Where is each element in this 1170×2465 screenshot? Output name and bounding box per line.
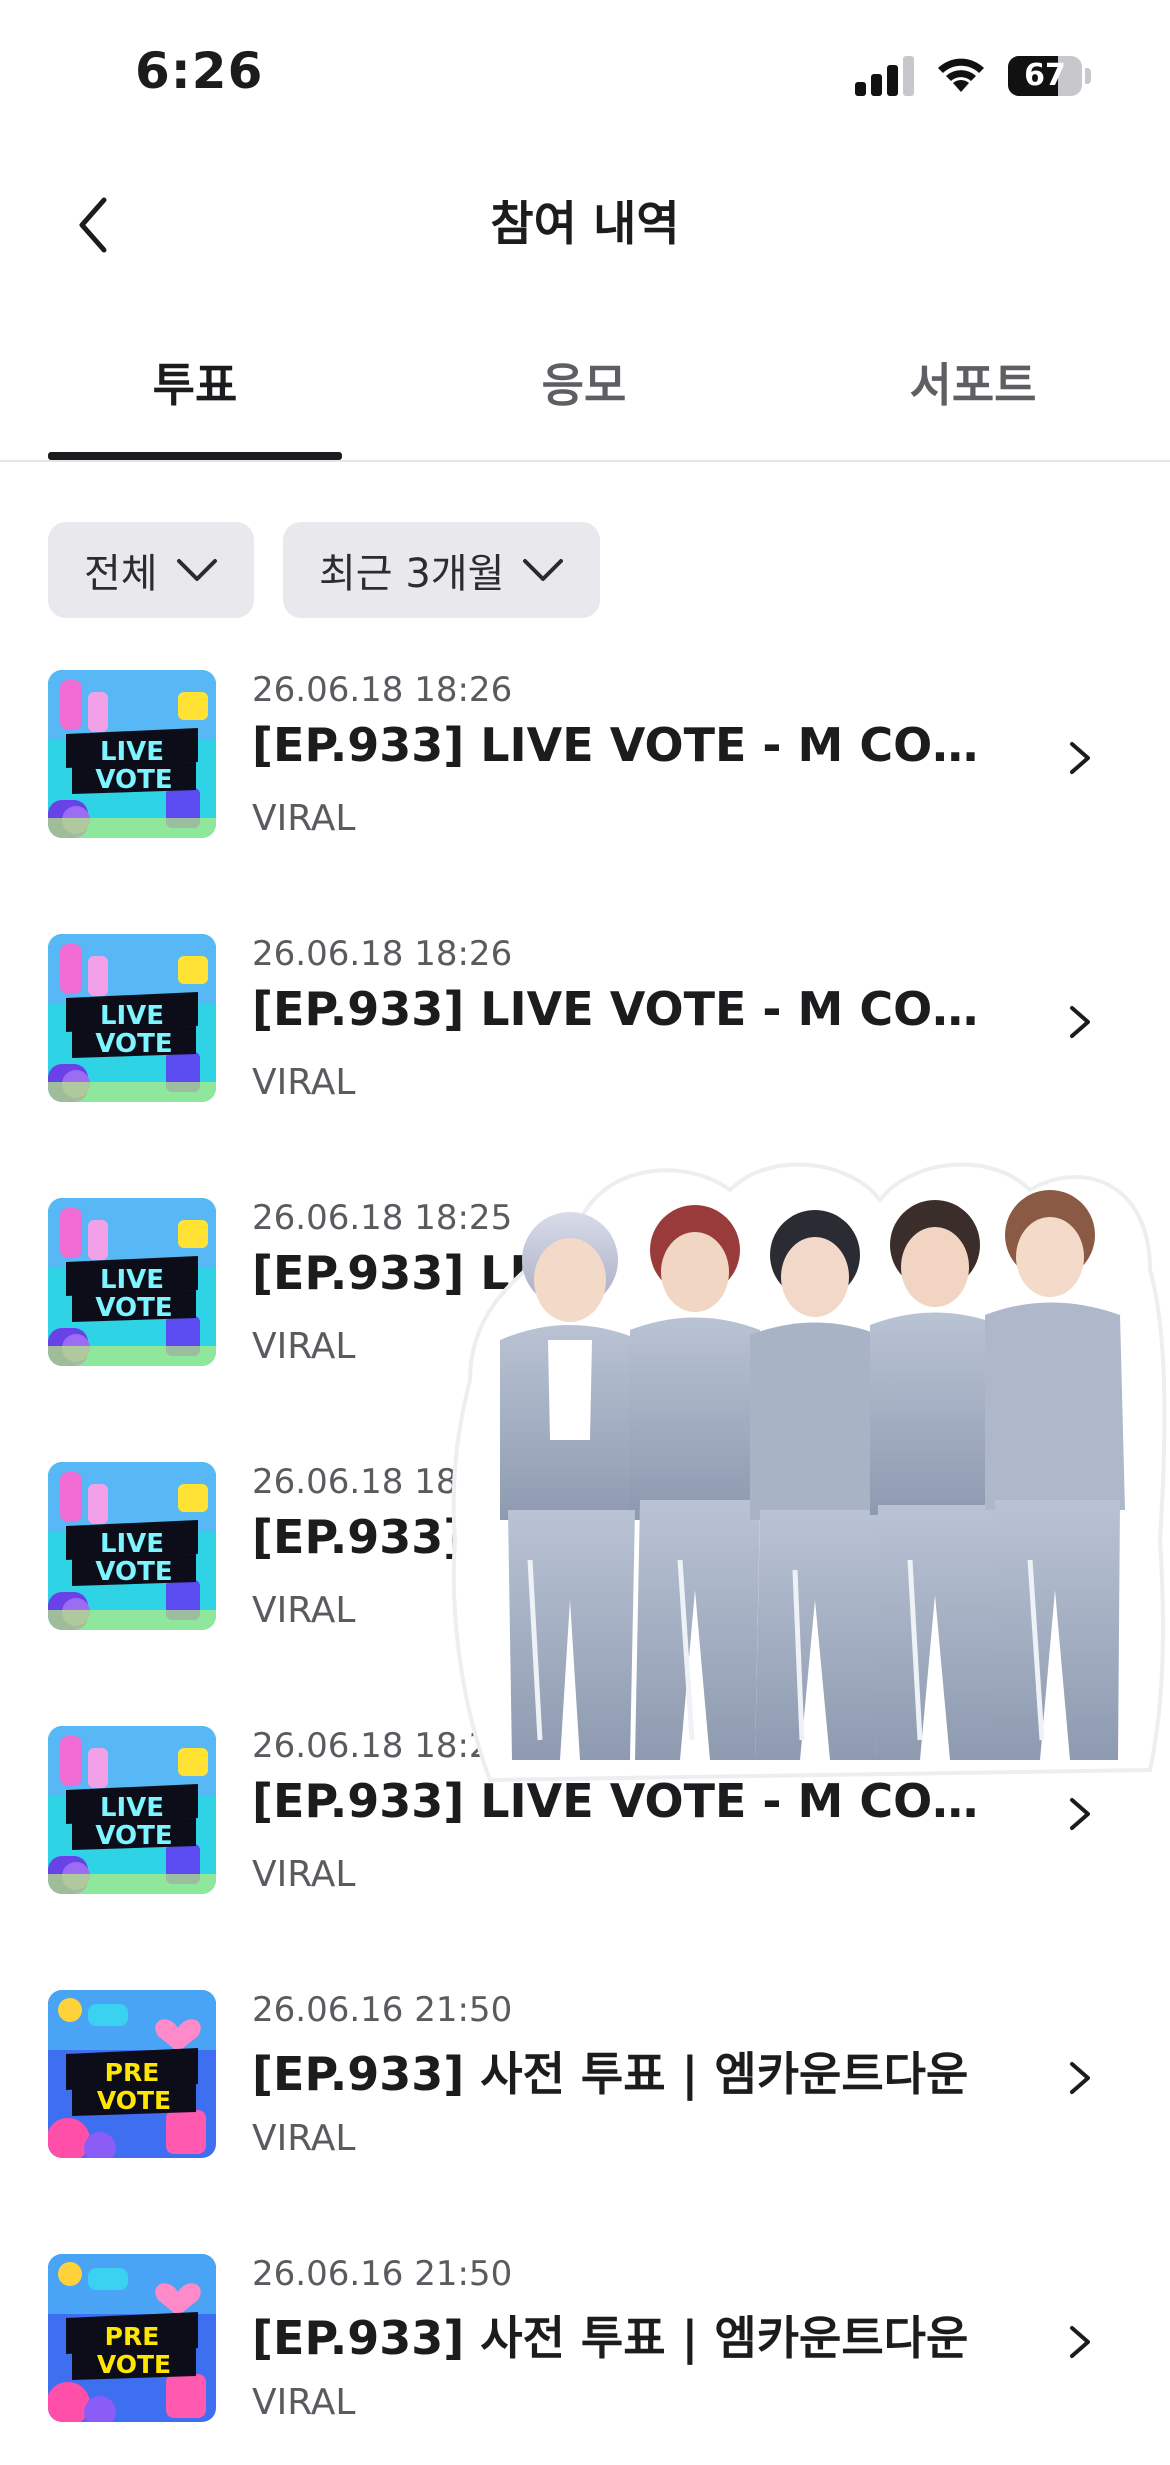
battery-icon: 67 (1008, 56, 1091, 96)
status-bar: 6:26 67 (0, 0, 1170, 150)
vote-history-row[interactable]: PRE VOTE 26.06.16 21:50 [EP.933] 사전 투표 | 엠카… (0, 2244, 1170, 2465)
filter-period-label: 최근 3개월 (319, 551, 505, 597)
tab-support[interactable]: 서포트 (826, 320, 1120, 460)
vote-source: VIRAL (252, 1854, 356, 1895)
vote-date: 26.06.16 21:50 (252, 2254, 513, 2294)
vote-date: 26.06.18 18:26 (252, 934, 513, 974)
tab-bar: 투표 응모 서포트 (0, 320, 1170, 462)
thumb-line1: LIVE (100, 1265, 164, 1295)
vote-thumbnail: PRE VOTE (48, 1990, 216, 2158)
cellular-signal-icon (855, 52, 915, 96)
vote-date: 26.06.18 18:26 (252, 670, 513, 710)
vote-title: [EP.933] LIVE VOTE - M COUN... (252, 982, 1012, 1036)
vote-date: 26.06.16 21:50 (252, 1990, 513, 2030)
vote-thumbnail: PRE VOTE (48, 2254, 216, 2422)
back-button[interactable] (60, 190, 130, 260)
thumb-line1: PRE (105, 2058, 160, 2087)
thumb-line1: LIVE (100, 1001, 164, 1031)
filter-all-dropdown[interactable]: 전체 (48, 522, 254, 618)
tab-entry[interactable]: 응모 (437, 320, 731, 460)
vote-thumbnail: LIVE VOTE (48, 1462, 216, 1630)
tab-indicator (48, 452, 342, 460)
thumb-line2: VOTE (95, 1029, 172, 1059)
filter-period-dropdown[interactable]: 최근 3개월 (283, 522, 601, 618)
battery-level: 67 (1024, 58, 1066, 93)
vote-thumbnail: LIVE VOTE (48, 1726, 216, 1894)
tab-vote[interactable]: 투표 (48, 320, 342, 460)
thumb-line2: VOTE (95, 1293, 172, 1323)
vote-history-row[interactable]: LIVE VOTE 26.06.18 18:26 [EP.933] LIVE VOTE… (0, 660, 1170, 924)
chevron-right-icon (1070, 742, 1090, 774)
vote-source: VIRAL (252, 1326, 356, 1367)
vote-source: VIRAL (252, 1062, 356, 1103)
thumb-line2: VOTE (95, 1821, 172, 1851)
thumb-line2: VOTE (95, 765, 172, 795)
wifi-icon (933, 52, 989, 94)
chevron-down-icon (176, 559, 217, 581)
page-title: 참여 내역 (490, 197, 680, 252)
vote-source: VIRAL (252, 798, 356, 839)
vote-source: VIRAL (252, 1590, 356, 1631)
chevron-right-icon (1070, 2326, 1090, 2358)
header: 참여 내역 (0, 170, 1170, 280)
vote-source: VIRAL (252, 2382, 356, 2423)
vote-history-row[interactable]: PRE VOTE 26.06.16 21:50 [EP.933] 사전 투표 | 엠카… (0, 1980, 1170, 2244)
chevron-right-icon (1070, 2062, 1090, 2094)
thumb-line2: VOTE (97, 2086, 171, 2115)
thumb-line1: LIVE (100, 1793, 164, 1823)
vote-title: [EP.933] 사전 투표 | 엠카운트다운 (252, 2311, 969, 2365)
status-time: 6:26 (135, 42, 264, 100)
vote-thumbnail: LIVE VOTE (48, 934, 216, 1102)
thumb-line1: PRE (105, 2322, 160, 2351)
chevron-right-icon (1070, 1006, 1090, 1038)
chevron-down-icon (523, 559, 564, 581)
filter-all-label: 전체 (84, 551, 158, 597)
vote-source: VIRAL (252, 2118, 356, 2159)
vote-title: [EP.933] 사전 투표 | 엠카운트다운 (252, 2047, 969, 2101)
thumb-line2: VOTE (97, 2350, 171, 2379)
thumb-line1: LIVE (100, 1529, 164, 1559)
vote-thumbnail: LIVE VOTE (48, 1198, 216, 1366)
thumb-line2: VOTE (95, 1557, 172, 1587)
vote-title: [EP.933] LIVE VOTE - M COUN... (252, 718, 1012, 772)
group-photo-sticker[interactable] (430, 1140, 1170, 1790)
chevron-left-icon (79, 197, 107, 253)
vote-thumbnail: LIVE VOTE (48, 670, 216, 838)
thumb-line1: LIVE (100, 737, 164, 767)
chevron-right-icon (1070, 1798, 1090, 1830)
